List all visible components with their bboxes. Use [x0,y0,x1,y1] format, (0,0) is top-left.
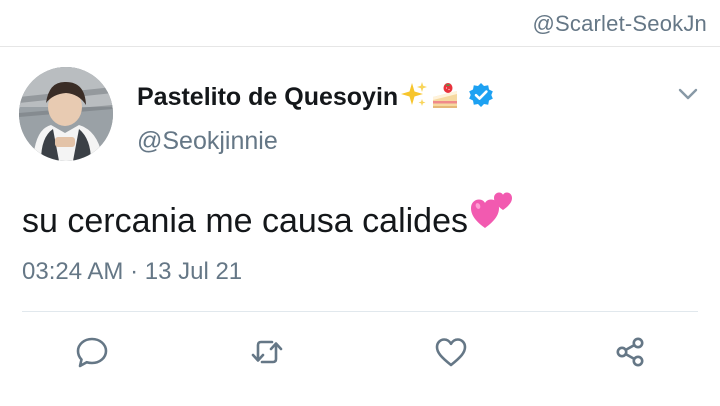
retweet-icon [251,340,283,364]
display-name[interactable]: Pastelito de Quesoyin [137,83,398,112]
tweet-screenshot: @Scarlet-SeokJn Pastelito de Quesoyin @S… [0,0,720,406]
display-name-row: Pastelito de Quesoyin [137,80,494,114]
two-hearts-icon [470,190,514,239]
share-nodes-icon [616,337,644,367]
like-button[interactable] [434,336,468,368]
action-divider [22,311,698,312]
watermark-label: @Scarlet-SeokJn [532,11,707,36]
user-handle[interactable]: @Seokjinnie [137,127,278,156]
verified-badge-icon [468,82,494,113]
avatar-photo [19,67,113,161]
top-bar: @Scarlet-SeokJn [0,0,720,47]
strawberry-shortcake-icon [430,80,460,115]
heart-outline-icon [435,338,467,367]
share-button[interactable] [613,336,647,368]
tweet-body: su cercania me causa calides [22,190,514,241]
reply-button[interactable] [75,336,109,368]
speech-bubble-icon [76,337,108,368]
tweet-timestamp[interactable]: 03:24 AM · 13 Jul 21 [22,258,242,286]
avatar[interactable] [19,67,113,161]
tweet-text: su cercania me causa calides [22,202,469,240]
sparkles-icon [400,81,428,114]
retweet-button[interactable] [250,336,284,368]
chevron-down-icon[interactable] [676,84,700,104]
